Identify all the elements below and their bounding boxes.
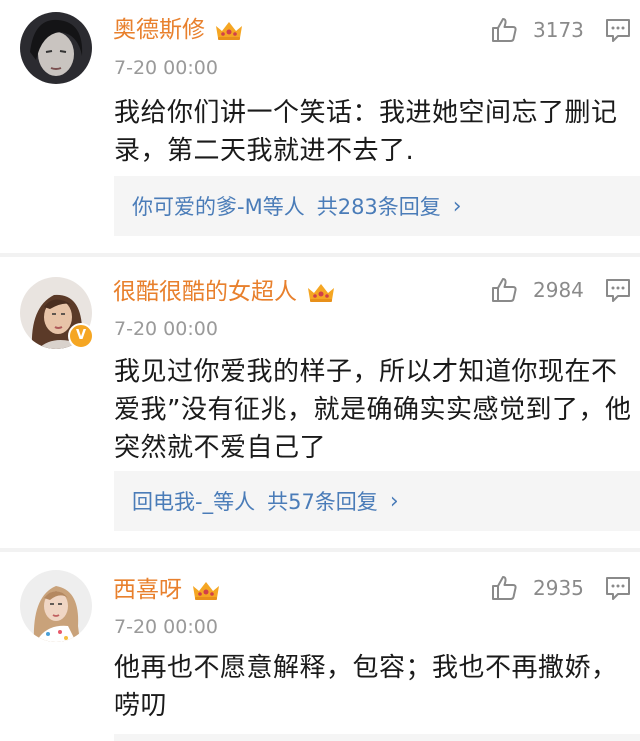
chevron-right-icon: › bbox=[452, 193, 462, 219]
avatar[interactable] bbox=[20, 570, 92, 642]
comment-text: 他再也不愿意解释，包容；我也不再撒娇，唠叨 bbox=[114, 653, 618, 721]
thumbs-up-icon[interactable] bbox=[490, 276, 518, 304]
like-count: 2984 bbox=[533, 278, 584, 302]
timestamp: 7-20 00:00 bbox=[114, 57, 218, 79]
timestamp: 7-20 00:00 bbox=[114, 318, 218, 340]
like-count: 2935 bbox=[533, 576, 584, 600]
vip-crown-icon bbox=[213, 18, 245, 42]
comment-item: 奥德斯修 7-20 00:00 3173 我给你们讲一个笑话：我进她空间忘了删记… bbox=[0, 0, 640, 253]
replies-box-partial bbox=[114, 734, 640, 741]
replies-users: 你可爱的爹-M等人 bbox=[132, 195, 305, 219]
vip-crown-icon bbox=[305, 280, 337, 304]
replies-link[interactable]: 回电我-_等人 共57条回复 › bbox=[114, 471, 640, 531]
username[interactable]: 西喜呀 bbox=[113, 574, 182, 606]
replies-count: 共57条回复 bbox=[267, 490, 378, 514]
comment-text: 我给你们讲一个笑话：我进她空间忘了删记录，第二天我就进不去了. bbox=[114, 98, 618, 166]
like-count: 3173 bbox=[533, 18, 584, 42]
vip-crown-icon bbox=[190, 578, 222, 602]
thumbs-up-icon[interactable] bbox=[490, 16, 518, 44]
comment-text: 我见过你爱我的样子，所以才知道你现在不爱我”没有征兆，就是确确实实感觉到了，他突… bbox=[114, 357, 632, 463]
chevron-right-icon: › bbox=[389, 488, 399, 514]
avatar[interactable] bbox=[20, 12, 92, 84]
username-row: 西喜呀 bbox=[113, 574, 222, 606]
replies-count: 共283条回复 bbox=[316, 195, 441, 219]
username[interactable]: 奥德斯修 bbox=[113, 14, 205, 46]
username-row: 很酷很酷的女超人 bbox=[113, 276, 337, 308]
thumbs-up-icon[interactable] bbox=[490, 574, 518, 602]
username-row: 奥德斯修 bbox=[113, 14, 245, 46]
comment-icon[interactable] bbox=[604, 277, 632, 303]
comment-icon[interactable] bbox=[604, 17, 632, 43]
comment-item: V 很酷很酷的女超人 7-20 00:00 2984 我见过你爱我的样子，所以才… bbox=[0, 257, 640, 548]
comment-item: 西喜呀 7-20 00:00 2935 他再也不愿意解释，包容；我也不再撒娇，唠… bbox=[0, 552, 640, 741]
replies-link[interactable]: 你可爱的爹-M等人 共283条回复 › bbox=[114, 176, 640, 236]
comment-icon[interactable] bbox=[604, 575, 632, 601]
username[interactable]: 很酷很酷的女超人 bbox=[113, 276, 297, 308]
verified-badge-icon: V bbox=[68, 323, 94, 349]
replies-users: 回电我-_等人 bbox=[132, 490, 256, 514]
timestamp: 7-20 00:00 bbox=[114, 616, 218, 638]
